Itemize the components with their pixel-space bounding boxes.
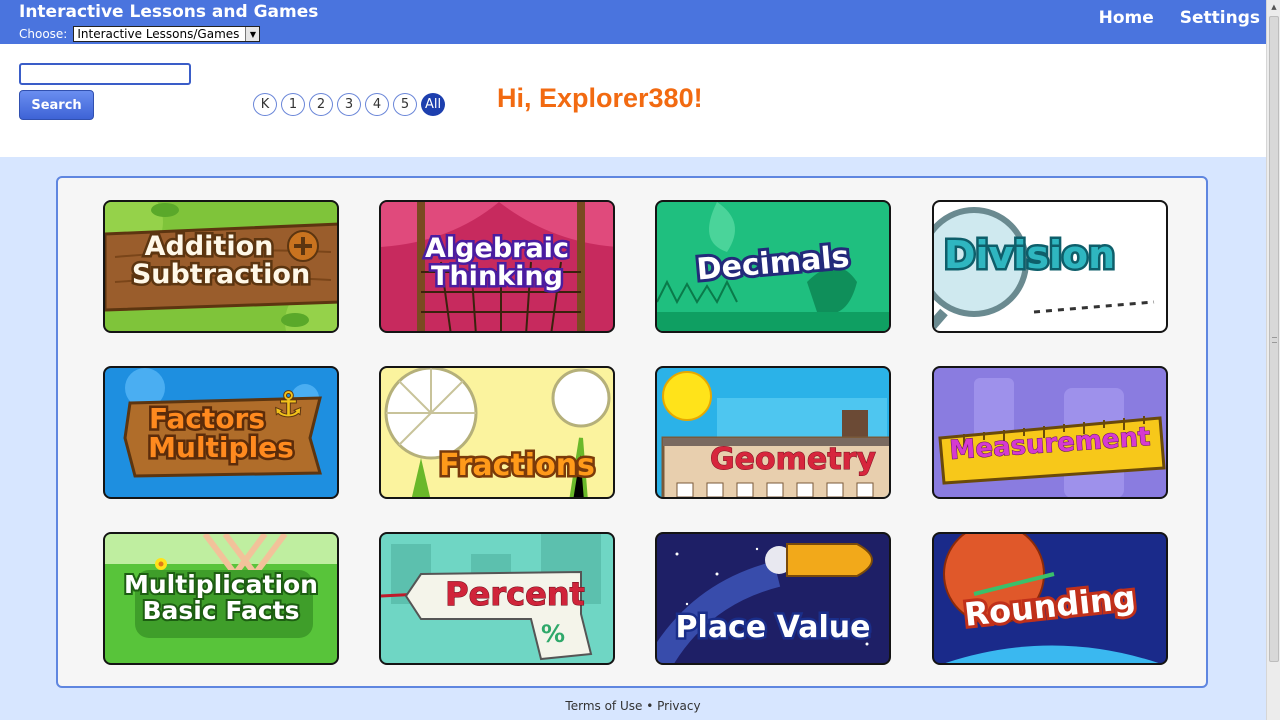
topic-label: Place Value [673, 610, 873, 646]
topic-tile-addition-subtraction[interactable]: Addition Subtraction [103, 200, 339, 333]
search-button[interactable]: Search [19, 90, 94, 120]
grip-icon [1272, 337, 1277, 343]
choose-row: Choose: Interactive Lessons/Games ▼ [19, 26, 261, 42]
choose-label: Choose: [19, 27, 68, 41]
privacy-link[interactable]: Privacy [657, 699, 700, 713]
topic-tile-algebraic-thinking[interactable]: Algebraic Thinking [379, 200, 615, 333]
scroll-thumb[interactable] [1269, 16, 1279, 662]
topic-tile-division[interactable]: Division [932, 200, 1168, 333]
percent-sign-icon: % [541, 620, 566, 648]
topic-tile-decimals[interactable]: Decimals [655, 200, 891, 333]
grade-3-button[interactable]: 3 [337, 93, 361, 116]
footer: Terms of Use • Privacy [0, 699, 1266, 713]
chevron-down-icon[interactable]: ▼ [245, 27, 260, 41]
grade-filter: K 1 2 3 4 5 All [253, 93, 445, 116]
grade-all-button[interactable]: All [421, 93, 445, 116]
grade-k-button[interactable]: K [253, 93, 277, 116]
settings-link[interactable]: Settings [1180, 8, 1260, 28]
topic-label: Geometry [710, 442, 877, 477]
topic-label: Algebraic Thinking [423, 232, 572, 294]
grade-4-button[interactable]: 4 [365, 93, 389, 116]
vertical-scrollbar[interactable]: ▲ [1266, 0, 1280, 720]
greeting: Hi, Explorer380! [497, 83, 703, 113]
scroll-up-arrow-icon[interactable]: ▲ [1267, 0, 1280, 14]
topic-tile-multiplication-basic-facts[interactable]: Multiplication Basic Facts [103, 532, 339, 665]
topic-tile-rounding[interactable]: Rounding [932, 532, 1168, 665]
topic-tile-percent[interactable]: Percent % [379, 532, 615, 665]
grade-2-button[interactable]: 2 [309, 93, 333, 116]
rocket-icon [657, 543, 873, 663]
top-nav: Home Settings [1099, 8, 1260, 28]
grade-1-button[interactable]: 1 [281, 93, 305, 116]
topic-label: Fractions [437, 448, 598, 484]
topic-label: Percent [445, 575, 586, 613]
topic-label: Factors Multiples [146, 401, 297, 465]
topic-tile-place-value[interactable]: Place Value [655, 532, 891, 665]
search-input[interactable] [19, 63, 191, 85]
topic-tile-fractions[interactable]: Fractions [379, 366, 615, 499]
topic-tile-geometry[interactable]: Geometry [655, 366, 891, 499]
app-title: Interactive Lessons and Games [19, 2, 319, 22]
topic-label: Multiplication Basic Facts [122, 569, 320, 626]
terms-link[interactable]: Terms of Use [565, 699, 642, 713]
home-link[interactable]: Home [1099, 8, 1154, 28]
top-header: Interactive Lessons and Games Choose: In… [0, 0, 1266, 44]
building-icon [661, 371, 889, 497]
choose-select[interactable]: Interactive Lessons/Games ▼ [73, 26, 261, 42]
topic-label: Addition Subtraction [129, 230, 312, 292]
topic-label: Division [942, 233, 1118, 278]
topic-tile-measurement[interactable]: Measurement [932, 366, 1168, 499]
topic-tile-factors-multiples[interactable]: ⚓ Factors Multiples [103, 366, 339, 499]
footer-separator: • [646, 699, 654, 713]
choose-select-value: Interactive Lessons/Games [77, 27, 240, 41]
grade-5-button[interactable]: 5 [393, 93, 417, 116]
